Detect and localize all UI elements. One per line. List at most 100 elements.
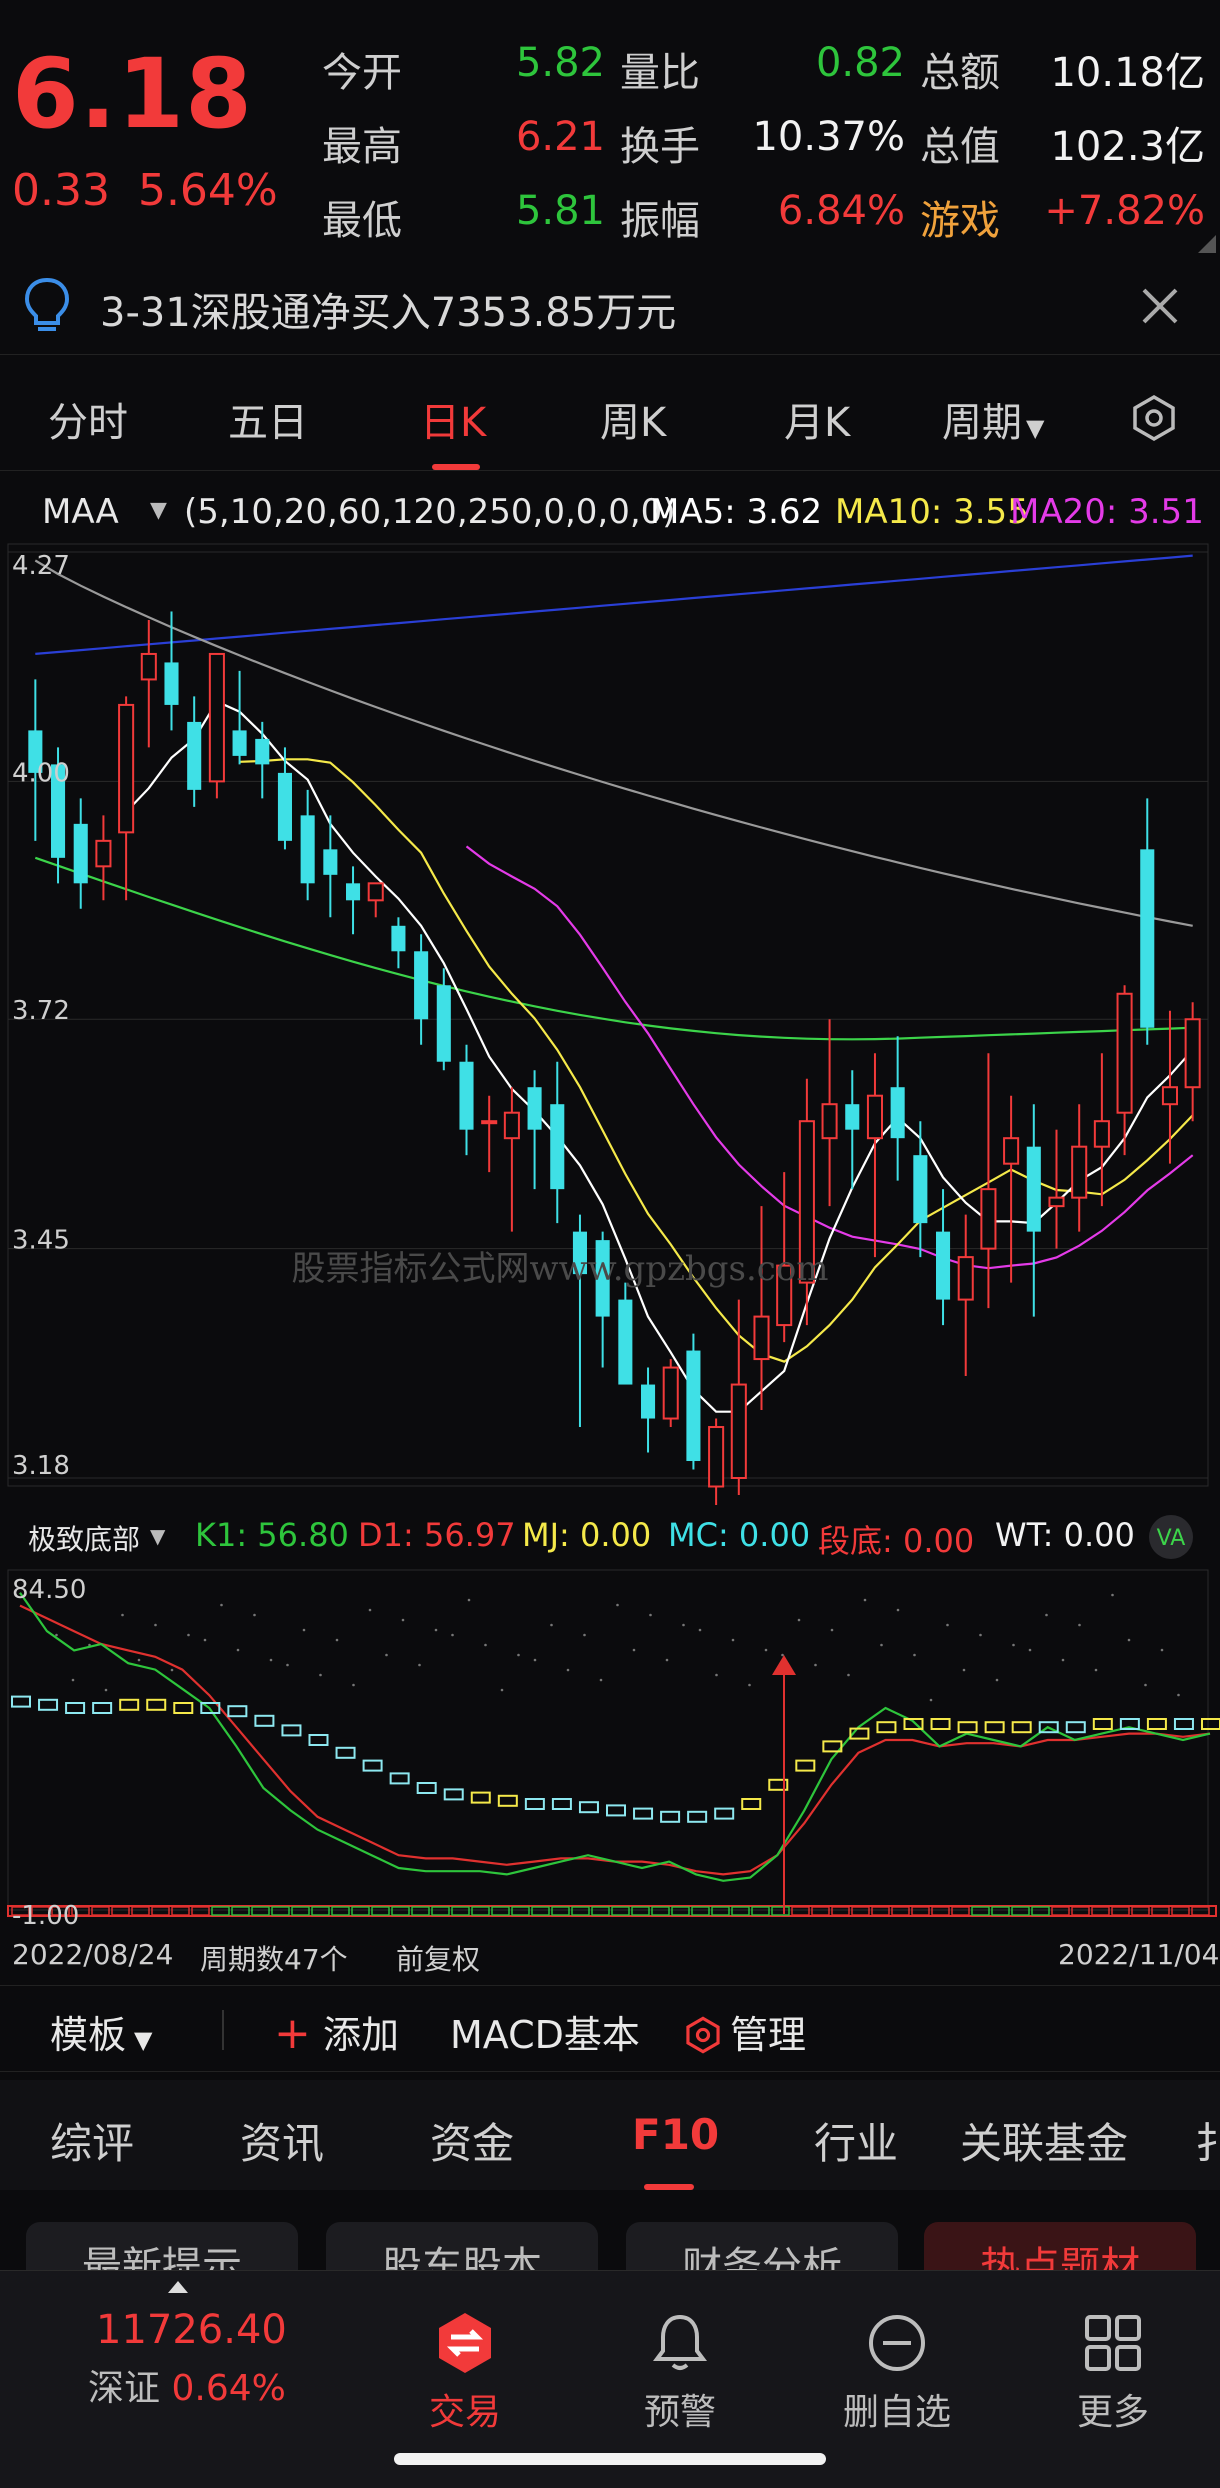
candle-body [277, 772, 292, 841]
bottom-cell [691, 1906, 710, 1916]
template-button[interactable]: 模板 ▼ [50, 2004, 152, 2059]
price-change: 0.33 5.64% [12, 165, 278, 216]
indicator-box [281, 1724, 302, 1737]
indicator-chart[interactable]: 84.50 -1.00 [0, 1560, 1220, 1930]
candle-body [550, 1104, 565, 1190]
index-value[interactable]: 11726.40 [96, 2307, 287, 2353]
indicator-dot [797, 1618, 801, 1622]
bottom-cell [751, 1906, 770, 1916]
notice-bar[interactable]: 3-31深股通净买入7353.85万元 [0, 258, 1220, 355]
index-expand-icon[interactable] [168, 2281, 188, 2293]
candle [641, 1367, 656, 1453]
ma-legend[interactable]: MAA ▼ (5,10,20,60,120,250,0,0,0,0) MA5: … [0, 482, 1220, 542]
candle-body [367, 882, 384, 902]
nav-more[interactable]: 更多 [1028, 2311, 1198, 2435]
indicator-dot [154, 1623, 157, 1627]
tab-intraday[interactable]: 分时 [48, 390, 128, 448]
settings-hexagon-icon[interactable] [1130, 394, 1178, 442]
index-percent: 0.64% [171, 2368, 286, 2409]
tab-overflow[interactable]: 扌 [1195, 2110, 1220, 2171]
bottom-cell [271, 1906, 290, 1916]
tab-industry[interactable]: 行业 [814, 2110, 898, 2171]
candle [1026, 1104, 1041, 1317]
bottom-cell [931, 1906, 950, 1916]
tab-daily-k[interactable]: 日K [420, 390, 486, 448]
bottom-cell [231, 1906, 250, 1916]
candle-body [164, 662, 179, 705]
tab-funds[interactable]: 资金 [430, 2110, 514, 2171]
nav-remove-watchlist[interactable]: 删自选 [812, 2311, 982, 2435]
indicator-dot [814, 1663, 817, 1667]
sector-change[interactable]: +7.82% [1030, 188, 1205, 234]
manage-hexagon-icon [686, 2016, 720, 2054]
tab-news[interactable]: 资讯 [240, 2110, 324, 2171]
bottom-cell [251, 1906, 270, 1916]
tab-overview[interactable]: 综评 [50, 2110, 134, 2171]
mj-value: MJ: 0.00 [522, 1516, 652, 1554]
nav-alert-label: 预警 [643, 2392, 716, 2433]
adjust-mode[interactable]: 前复权 [396, 1938, 480, 1978]
f10-sub-buttons: 最新提示 股东股本 财务分析 热点题材 [0, 2200, 1220, 2312]
indicator-dot [880, 1643, 883, 1647]
candle [821, 1019, 838, 1207]
indicator-box [957, 1721, 978, 1734]
candlestick-chart[interactable]: 4.27 4.00 3.72 3.45 3.18 股票指标公式网www.gpzbgs.c… [0, 540, 1220, 1505]
indicator-dot [236, 1648, 240, 1652]
tab-period[interactable]: 周期 ▼ [942, 390, 1044, 448]
manage-button[interactable]: 管理 [684, 2004, 806, 2059]
nav-trade[interactable]: 交易 [380, 2311, 550, 2435]
candle-body [618, 1299, 633, 1385]
sector-label[interactable]: 游戏 [920, 188, 1000, 246]
bottom-cell [791, 1906, 810, 1916]
bottom-cell [991, 1906, 1010, 1916]
indicator-dot [1045, 1613, 1048, 1617]
candle [187, 696, 202, 807]
indicator-dot [764, 1648, 768, 1652]
indicator-dropdown-icon[interactable]: ▼ [150, 1524, 165, 1548]
indicator-dot [748, 1683, 751, 1687]
indicator-dot [500, 1688, 504, 1692]
k1-value: K1: 56.80 [195, 1516, 349, 1554]
indicator-box [551, 1798, 572, 1810]
tab-related-funds[interactable]: 关联基金 [960, 2110, 1128, 2171]
candle [550, 1061, 565, 1224]
indicator-dot [929, 1698, 933, 1702]
k1-line [19, 1592, 1211, 1882]
nav-alert[interactable]: 预警 [595, 2311, 765, 2435]
close-icon[interactable] [1140, 286, 1180, 326]
bottom-cell [311, 1906, 330, 1916]
indicator-box [92, 1702, 113, 1714]
indicator-legend[interactable]: 极致底部 ▼ K1: 56.80 D1: 56.97 MJ: 0.00 MC: … [0, 1510, 1220, 1566]
bottom-cell [351, 1906, 370, 1916]
d1-value: D1: 56.97 [358, 1516, 516, 1554]
macd-basic-button[interactable]: MACD基本 [450, 2004, 640, 2059]
indicator-dot [665, 1658, 669, 1662]
add-indicator-button[interactable]: + 添加 [274, 2004, 399, 2059]
indicator-box [254, 1714, 275, 1727]
bottom-cell [1111, 1906, 1130, 1916]
indicator-switch-icon[interactable]: VA [1146, 1512, 1196, 1562]
candle [503, 1087, 520, 1232]
index-info[interactable]: 深证 0.64% [88, 2359, 286, 2411]
tools-divider [222, 2010, 224, 2050]
candle [527, 1070, 542, 1190]
tab-f10[interactable]: F10 [632, 2110, 719, 2159]
indicator-box [1146, 1718, 1167, 1730]
indicator-dot [979, 1633, 982, 1637]
indicator-dot [368, 1608, 372, 1612]
indicator-dot [418, 1663, 421, 1667]
indicator-box [119, 1698, 140, 1711]
indicator-dot [1177, 1693, 1180, 1697]
volume-ratio-value: 0.82 [815, 40, 905, 86]
expand-corner-icon[interactable] [1198, 235, 1216, 253]
indicator-dot [385, 1653, 388, 1657]
tab-five-day[interactable]: 五日 [228, 390, 308, 448]
tab-monthly-k[interactable]: 月K [784, 390, 850, 448]
tab-weekly-k[interactable]: 周K [600, 390, 666, 448]
candle-body [686, 1350, 701, 1462]
ma-dropdown-icon[interactable]: ▼ [150, 498, 167, 523]
candle-body [255, 738, 270, 765]
bottom-cell [631, 1906, 650, 1916]
indicator-dot [121, 1613, 124, 1617]
candle-body [1161, 1086, 1178, 1106]
